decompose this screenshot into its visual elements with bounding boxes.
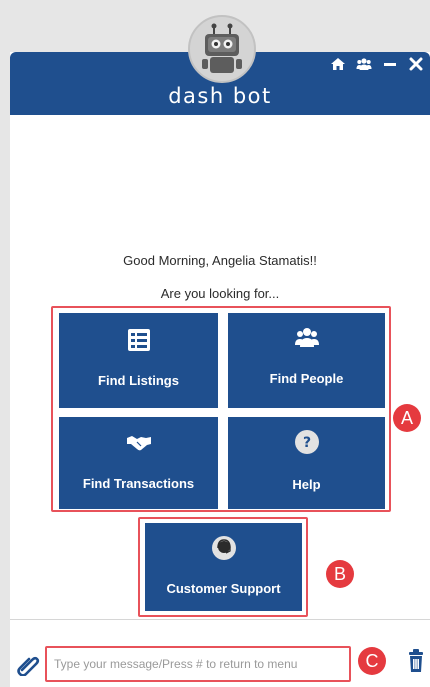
annotation-badge-b: B (326, 560, 354, 588)
footer-divider (10, 619, 430, 620)
svg-text:?: ? (302, 435, 310, 451)
find-listings-label: Find Listings (98, 373, 179, 388)
group-icon[interactable] (356, 56, 372, 72)
minimize-icon[interactable] (382, 56, 398, 72)
paperclip-icon[interactable] (16, 652, 40, 676)
annotation-badge-c: C (358, 647, 386, 675)
listings-icon (127, 329, 150, 351)
customer-support-tile[interactable]: Customer Support (145, 523, 302, 611)
find-listings-tile[interactable]: Find Listings (59, 313, 218, 408)
find-transactions-tile[interactable]: Find Transactions (59, 417, 218, 509)
header-controls (330, 56, 424, 72)
help-label: Help (292, 477, 321, 492)
find-people-label: Find People (269, 371, 344, 386)
support-icon (211, 536, 236, 560)
robot-avatar (188, 15, 256, 83)
close-icon[interactable] (408, 56, 424, 72)
chat-title: dash bot (168, 84, 272, 108)
handshake-icon (126, 436, 151, 451)
customer-support-label: Customer Support (166, 581, 281, 596)
find-people-tile[interactable]: Find People (228, 313, 385, 408)
robot-icon (202, 23, 242, 73)
question-text: Are you looking for... (160, 286, 280, 301)
trash-icon[interactable] (407, 649, 425, 673)
help-icon: ? (294, 430, 319, 454)
home-icon[interactable] (330, 56, 346, 72)
annotation-badge-a: A (393, 404, 421, 432)
people-icon (294, 328, 319, 347)
help-tile[interactable]: ? Help (228, 417, 385, 509)
message-input[interactable] (48, 649, 348, 679)
find-transactions-label: Find Transactions (82, 476, 195, 491)
greeting-text: Good Morning, Angelia Stamatis!! (123, 253, 317, 268)
